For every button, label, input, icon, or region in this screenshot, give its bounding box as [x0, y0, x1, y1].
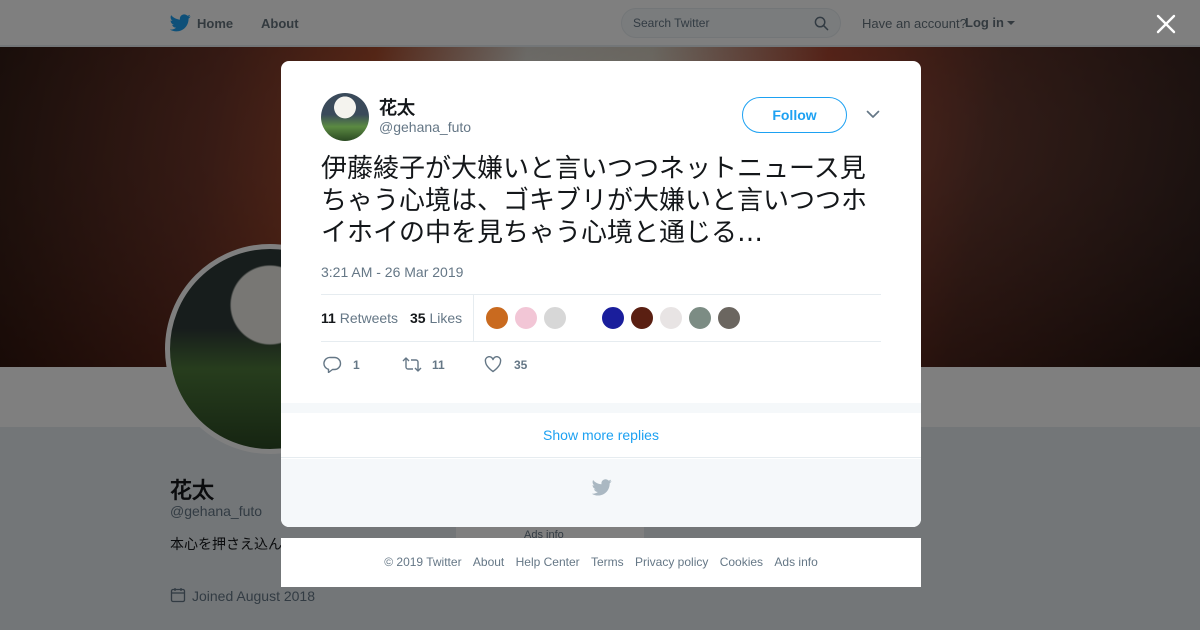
reply-icon	[323, 356, 342, 373]
liker-avatar[interactable]	[514, 306, 538, 330]
modal-footer	[281, 459, 921, 527]
liker-avatar[interactable]	[717, 306, 741, 330]
liker-avatar[interactable]	[485, 306, 509, 330]
liker-avatar[interactable]	[659, 306, 683, 330]
likes-stat[interactable]: 35 Likes	[410, 310, 462, 326]
retweet-count: 11	[432, 358, 445, 372]
retweets-stat[interactable]: 11 Retweets	[321, 310, 398, 326]
liker-avatar[interactable]	[543, 306, 567, 330]
follow-button[interactable]: Follow	[742, 97, 847, 133]
tweet-actions: 1 11 35	[321, 351, 881, 381]
author-handle[interactable]: @gehana_futo	[379, 119, 471, 135]
reply-count: 1	[353, 358, 360, 372]
footer-privacy-link[interactable]: Privacy policy	[635, 555, 708, 569]
footer-copyright: © 2019 Twitter	[384, 555, 462, 569]
close-icon[interactable]	[1155, 13, 1177, 35]
likes-count: 35	[410, 310, 426, 326]
stats-divider	[473, 295, 474, 341]
tweet-timestamp[interactable]: 3:21 AM - 26 Mar 2019	[321, 264, 463, 280]
retweets-count: 11	[321, 310, 336, 326]
liker-avatar[interactable]	[601, 306, 625, 330]
footer-links: © 2019 Twitter About Help Center Terms P…	[281, 538, 921, 587]
footer-terms-link[interactable]: Terms	[591, 555, 624, 569]
liker-avatar[interactable]	[630, 306, 654, 330]
footer-cookies-link[interactable]: Cookies	[720, 555, 763, 569]
heart-icon	[484, 356, 502, 373]
retweets-label: Retweets	[339, 310, 399, 326]
chevron-down-icon[interactable]	[866, 110, 880, 119]
footer-help-center-link[interactable]: Help Center	[516, 555, 580, 569]
likes-label: Likes	[429, 310, 463, 326]
tweet-modal: 花太 @gehana_futo Follow 伊藤綾子が大嫌いと言いつつネットニ…	[281, 61, 921, 527]
twitter-bird-icon	[592, 479, 612, 496]
footer-about-link[interactable]: About	[473, 555, 504, 569]
retweet-icon	[402, 357, 422, 372]
tweet-stats: 11 Retweets 35 Likes	[321, 294, 881, 342]
tweet-text: 伊藤綾子が大嫌いと言いつつネットニュース見ちゃう心境は、ゴキブリが大嫌いと言いつ…	[321, 154, 868, 248]
replies-separator	[281, 403, 921, 413]
show-more-replies-link[interactable]: Show more replies	[281, 413, 921, 458]
author-avatar[interactable]	[321, 93, 369, 141]
author-name[interactable]: 花太	[379, 94, 415, 120]
footer-ads-info-link[interactable]: Ads info	[774, 555, 817, 569]
liker-avatar[interactable]	[688, 306, 712, 330]
like-count: 35	[514, 358, 528, 372]
